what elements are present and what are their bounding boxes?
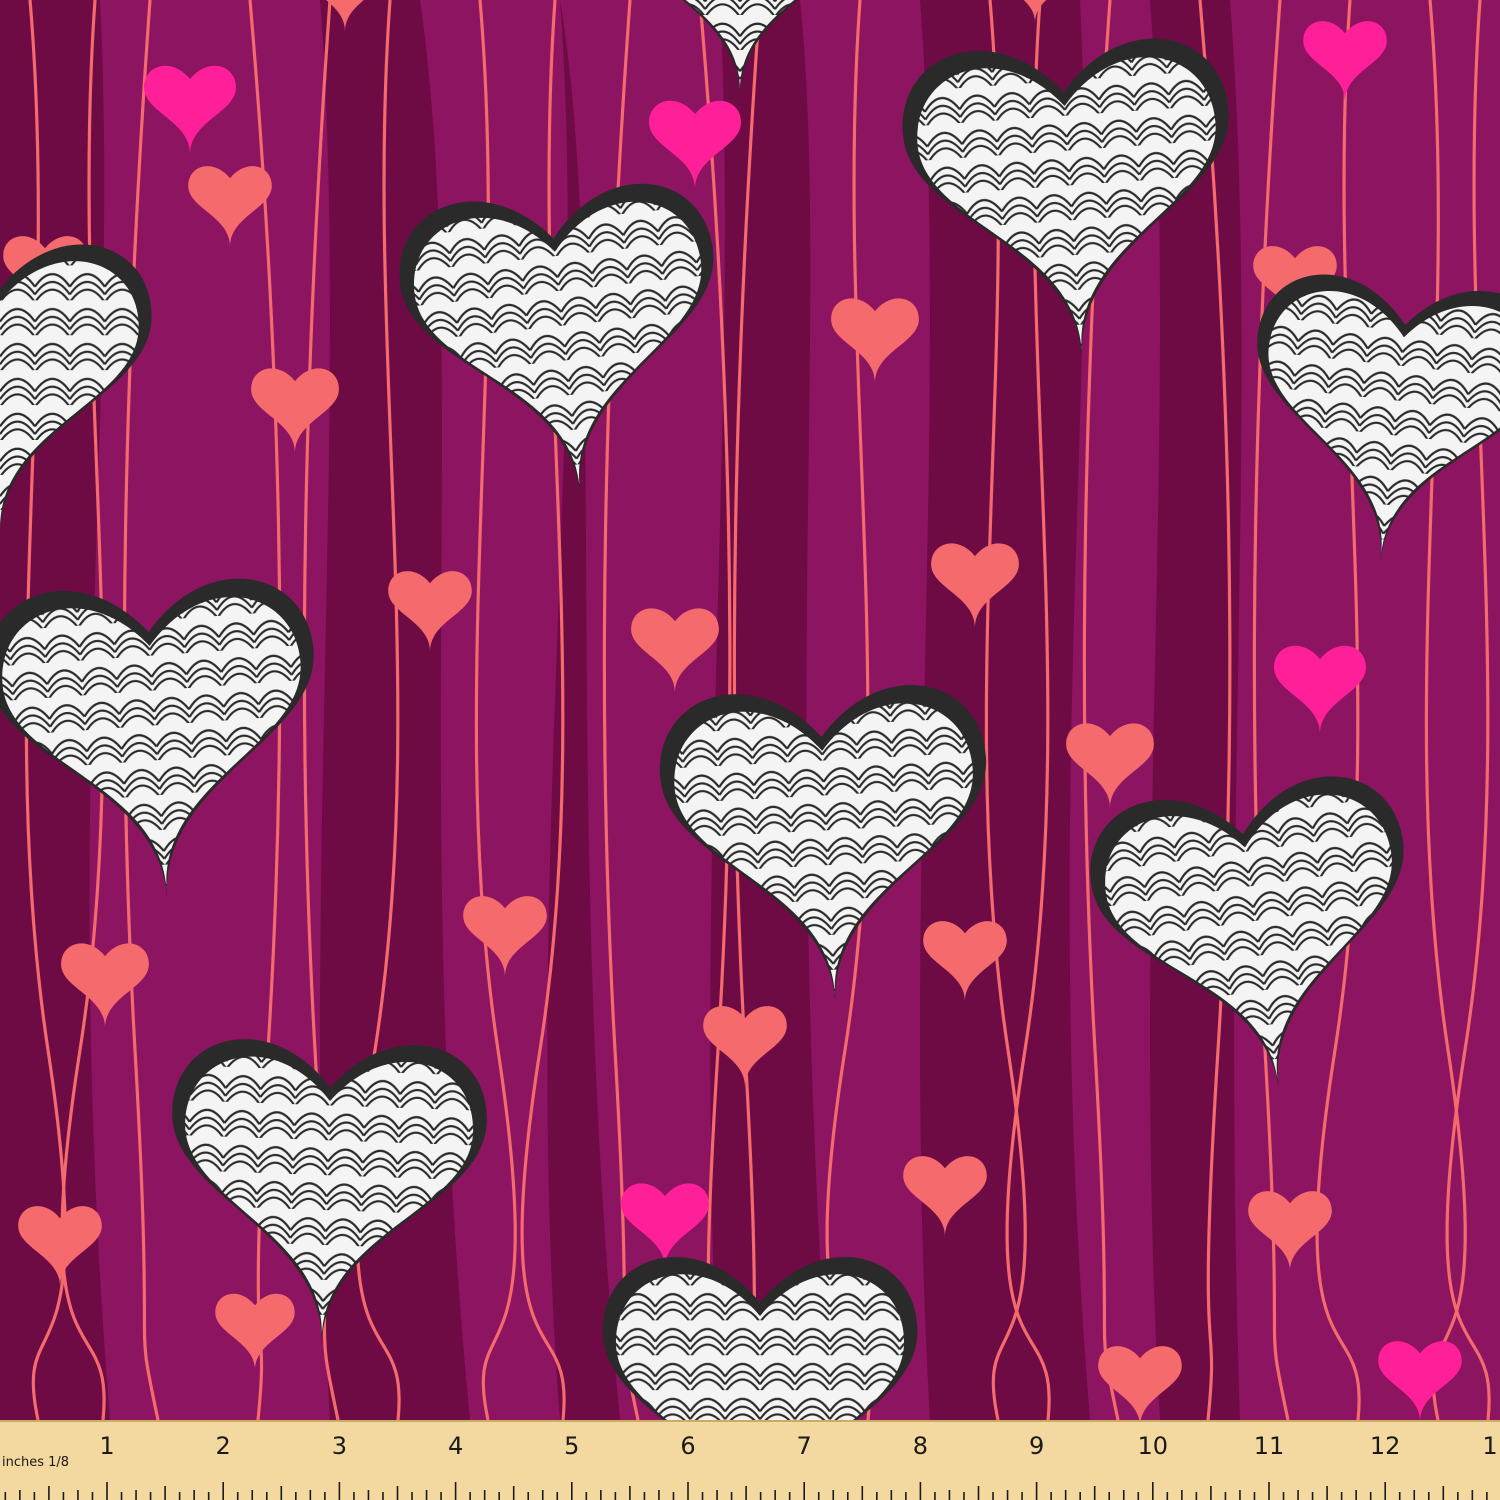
ruler-label: 11 [1253,1432,1285,1460]
ruler-label: 5 [564,1432,580,1460]
ruler-label: 3 [331,1432,348,1460]
ruler-label: 7 [796,1432,812,1460]
ruler-label: 4 [447,1432,464,1460]
ruler-label: 12 [1369,1432,1401,1460]
ruler-caption: inches 1/8 [2,1455,70,1470]
ruler-label: 10 [1137,1432,1169,1460]
fabric-pattern [0,0,1500,1420]
ruler-label: 9 [1028,1432,1045,1460]
ruler-label: 8 [912,1432,929,1460]
ruler-label: 1 [99,1432,115,1460]
fabric-swatch: 1 2 3 4 5 6 7 8 9 10 11 12 1 inches 1/8 [0,0,1500,1500]
ruler-label: 2 [215,1432,231,1460]
ruler-label: 6 [680,1432,696,1460]
ruler-label: 1 [1482,1432,1498,1460]
